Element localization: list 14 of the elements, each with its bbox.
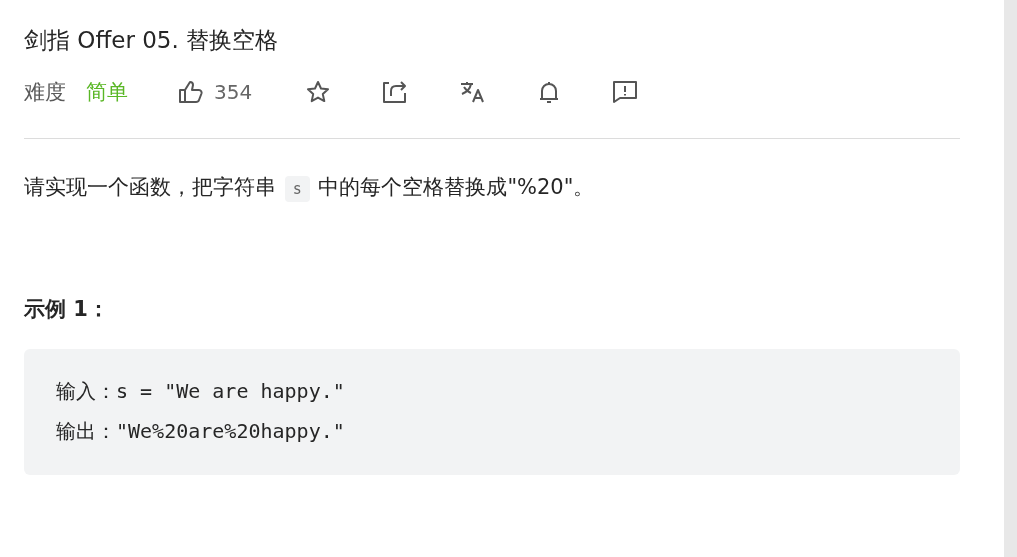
difficulty-label: 难度 — [24, 79, 66, 106]
example-heading: 示例 1： — [24, 296, 110, 323]
thumbs-up-icon — [178, 80, 204, 104]
problem-title: 剑指 Offer 05. 替换空格 — [24, 26, 280, 55]
like-button[interactable]: 354 — [178, 80, 253, 104]
feedback-icon[interactable] — [612, 80, 639, 104]
star-icon[interactable] — [306, 80, 331, 104]
difficulty-value: 简单 — [86, 79, 128, 106]
code-line: 输出："We%20are%20happy." — [56, 418, 346, 445]
translate-icon[interactable] — [460, 80, 487, 104]
code-line: 输入：s = "We are happy." — [56, 378, 346, 405]
problem-description: 请实现一个函数，把字符串 s 中的每个空格替换成"%20"。 — [24, 169, 960, 207]
bell-icon[interactable] — [538, 80, 561, 104]
share-icon[interactable] — [382, 80, 409, 104]
